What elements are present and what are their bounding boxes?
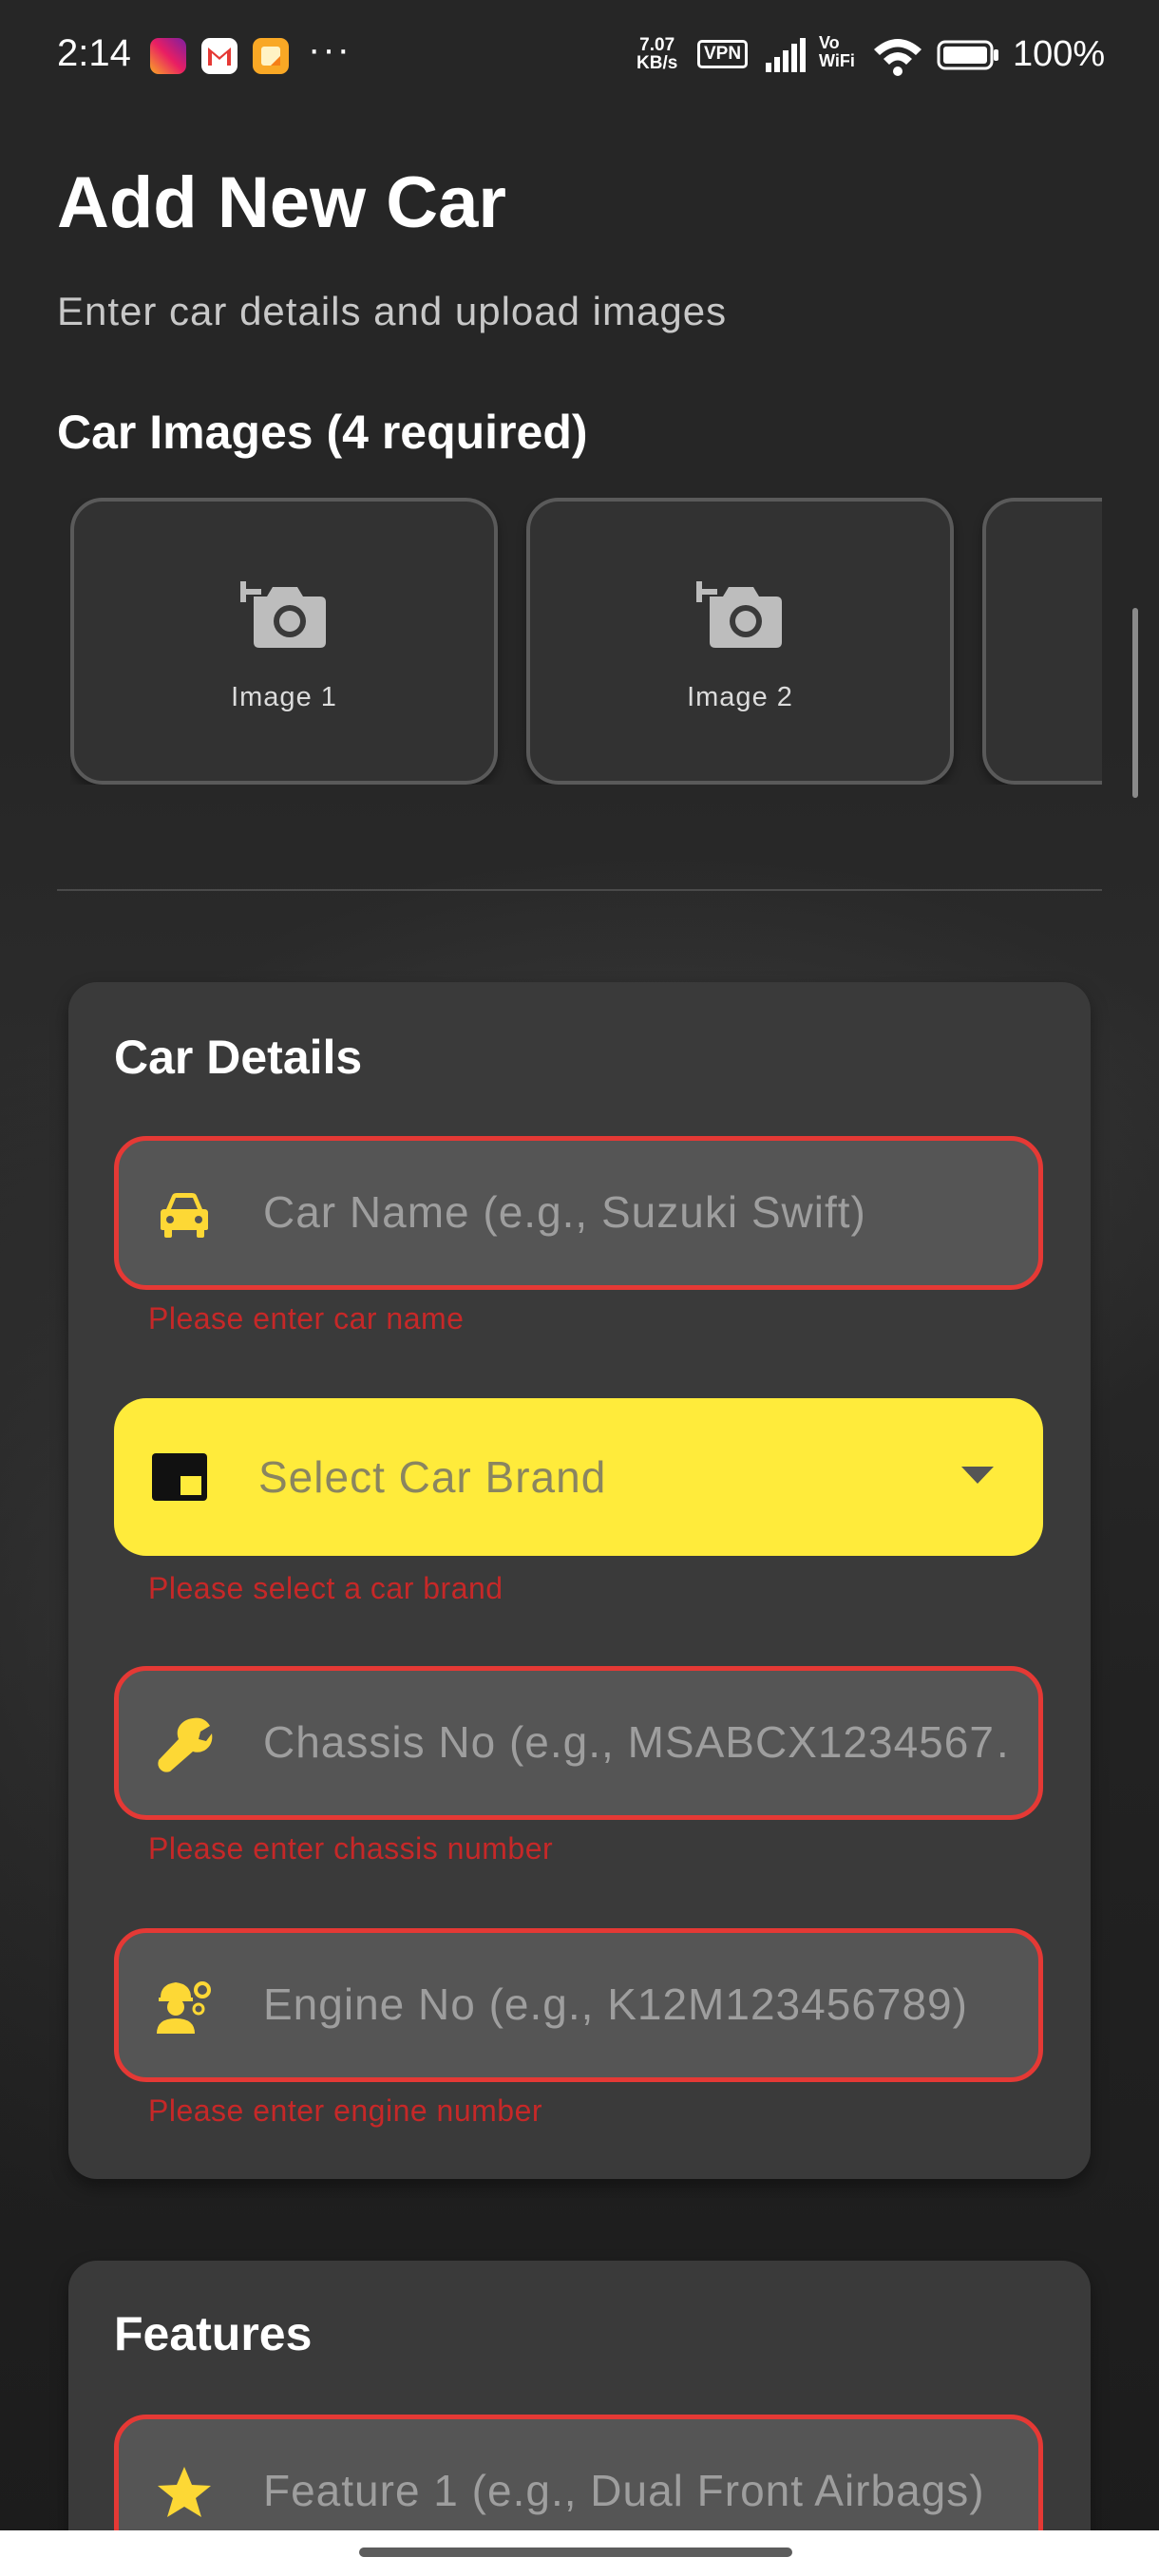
car-details-card: Car Details Car Name (e.g., Suzuki Swift… — [68, 982, 1091, 2179]
wifi-icon — [874, 39, 922, 76]
section-divider — [57, 889, 1102, 891]
car-name-error: Please enter car name — [148, 1301, 465, 1335]
battery-percent: 100% — [1013, 34, 1106, 74]
car-brand-select[interactable]: Select Car Brand — [114, 1398, 1043, 1556]
more-notifications-icon: ··· — [308, 28, 352, 70]
car-brand-error: Please select a car brand — [148, 1571, 504, 1605]
chassis-number-input[interactable]: Chassis No (e.g., MSABCX1234567… — [114, 1666, 1043, 1820]
features-title: Features — [114, 2307, 313, 2360]
wrench-icon — [158, 1717, 213, 1772]
features-card: Features Feature 1 (e.g., Dual Front Air… — [68, 2261, 1091, 2576]
image-tile-label: Image 1 — [231, 682, 337, 712]
engine-number-input[interactable]: Engine No (e.g., K12M123456789) — [114, 1928, 1043, 2082]
car-icon — [161, 1193, 208, 1238]
home-gesture-handle[interactable] — [359, 2548, 792, 2557]
star-icon — [158, 2467, 211, 2517]
image-tile-2[interactable]: Image 2 — [526, 498, 954, 785]
add-car-screen: 2:14 ··· 7.07 KB/s VPN Vo WiFi 100% Add … — [0, 0, 1159, 2576]
engine-number-error: Please enter engine number — [148, 2093, 543, 2128]
battery-icon — [937, 40, 998, 70]
vowifi-top: Vo — [819, 33, 840, 52]
gmail-icon — [201, 38, 238, 74]
engineer-icon — [157, 1981, 211, 2034]
vowifi-bottom: WiFi — [819, 51, 855, 70]
vpn-badge: VPN — [697, 40, 749, 68]
status-bar: 2:14 ··· 7.07 KB/s VPN Vo WiFi 100% — [0, 0, 1159, 112]
car-name-placeholder: Car Name (e.g., Suzuki Swift) — [263, 1187, 866, 1237]
network-speed-unit: KB/s — [636, 53, 678, 73]
add-photo-icon — [696, 581, 782, 648]
chassis-number-error: Please enter chassis number — [148, 1831, 554, 1866]
feature-1-placeholder: Feature 1 (e.g., Dual Front Airbags) — [263, 2466, 985, 2515]
page-title: Add New Car — [57, 162, 506, 243]
add-photo-icon — [240, 581, 326, 648]
car-name-input[interactable]: Car Name (e.g., Suzuki Swift) — [114, 1136, 1043, 1290]
images-heading: Car Images (4 required) — [57, 406, 588, 459]
car-brand-placeholder: Select Car Brand — [258, 1452, 607, 1502]
instagram-icon — [150, 38, 186, 74]
status-time: 2:14 — [57, 32, 131, 74]
car-details-title: Car Details — [114, 1031, 363, 1084]
network-speed: 7.07 KB/s — [636, 36, 677, 72]
image-tile-3[interactable] — [982, 498, 1102, 785]
navigation-bar — [0, 2530, 1159, 2576]
chevron-down-icon — [961, 1467, 994, 1484]
picture-in-picture-icon — [152, 1453, 207, 1501]
chassis-number-placeholder: Chassis No (e.g., MSABCX1234567… — [263, 1717, 1014, 1767]
image-tile-label: Image 2 — [687, 682, 793, 712]
vowifi-indicator: Vo WiFi — [819, 34, 855, 70]
image-picker-row[interactable]: Image 1 Image 2 — [70, 498, 1102, 785]
engine-number-placeholder: Engine No (e.g., K12M123456789) — [263, 1979, 968, 2029]
network-speed-value: 7.07 — [639, 35, 675, 55]
page-subtitle: Enter car details and upload images — [57, 289, 728, 333]
scrollbar[interactable] — [1132, 608, 1138, 798]
notes-icon — [253, 38, 289, 74]
image-tile-1[interactable]: Image 1 — [70, 498, 498, 785]
signal-icon — [766, 38, 806, 72]
